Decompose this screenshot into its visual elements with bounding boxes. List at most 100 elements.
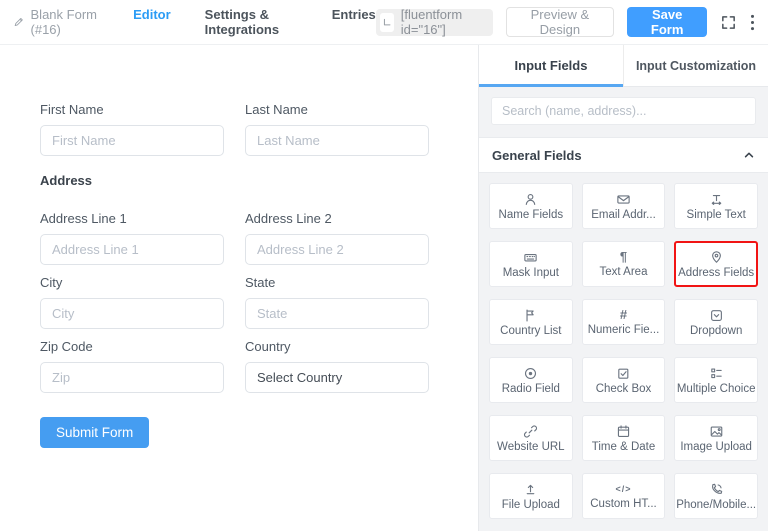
submit-form-button[interactable]: Submit Form bbox=[40, 417, 150, 448]
field-tile-image-upload[interactable]: Image Upload bbox=[674, 415, 758, 461]
address-line-2-input[interactable] bbox=[245, 234, 429, 265]
tab-input-fields[interactable]: Input Fields bbox=[479, 45, 623, 87]
field-tile-phone-mobile[interactable]: Phone/Mobile... bbox=[674, 473, 758, 519]
chevron-up-icon bbox=[744, 152, 754, 158]
field-tile-label: Phone/Mobile... bbox=[676, 498, 757, 511]
phone-icon bbox=[711, 483, 722, 494]
image-icon bbox=[710, 425, 722, 437]
field-tile-mask-input[interactable]: Mask Input bbox=[489, 241, 573, 287]
field-tile-website-url[interactable]: Website URL bbox=[489, 415, 573, 461]
field-address-line-1[interactable]: Address Line 1 bbox=[40, 211, 224, 265]
field-tile-label: Simple Text bbox=[686, 208, 746, 221]
field-tile-address-fields[interactable]: Address Fields bbox=[674, 241, 758, 287]
field-tile-time-date[interactable]: Time & Date bbox=[581, 415, 666, 461]
field-tile-radio-field[interactable]: Radio Field bbox=[489, 357, 573, 403]
field-city[interactable]: City bbox=[40, 275, 224, 329]
field-label: Address Line 2 bbox=[245, 211, 332, 226]
address-line-1-input[interactable] bbox=[40, 234, 224, 265]
field-last-name[interactable]: Last Name bbox=[245, 102, 429, 156]
pencil-icon bbox=[14, 17, 23, 27]
tab-entries[interactable]: Entries bbox=[332, 7, 376, 37]
field-label: Zip Code bbox=[40, 339, 93, 354]
field-tile-label: Multiple Choice bbox=[676, 382, 756, 395]
field-tile-label: Text Area bbox=[599, 266, 648, 278]
field-first-name[interactable]: First Name bbox=[40, 102, 224, 156]
dropdown-icon bbox=[710, 309, 722, 321]
field-tile-label: Time & Date bbox=[591, 440, 656, 453]
field-tiles-grid: Name Fields Email Addr... Simple Text Ma… bbox=[479, 173, 768, 529]
field-tile-label: Dropdown bbox=[689, 324, 743, 337]
field-tile-label: File Upload bbox=[501, 498, 560, 511]
flag-icon bbox=[526, 309, 535, 321]
field-tile-label: Website URL bbox=[497, 440, 565, 453]
shortcode-icon bbox=[379, 12, 394, 32]
user-icon bbox=[526, 193, 536, 205]
field-state[interactable]: State bbox=[245, 275, 429, 329]
form-title-group[interactable]: Blank Form (#16) bbox=[13, 7, 113, 37]
field-tile-check-box[interactable]: Check Box bbox=[581, 357, 666, 403]
field-tile-simple-text[interactable]: Simple Text bbox=[674, 183, 758, 229]
field-tile-label: Name Fields bbox=[498, 208, 564, 221]
checkbox-icon bbox=[618, 368, 629, 379]
text-width-icon bbox=[711, 194, 721, 205]
checklist-icon bbox=[710, 367, 722, 378]
tab-editor[interactable]: Editor bbox=[133, 7, 171, 37]
search-wrap bbox=[479, 87, 768, 137]
field-tile-label: Custom HT... bbox=[590, 498, 657, 510]
field-tile-label: Numeric Fie... bbox=[587, 324, 660, 336]
field-tile-label: Image Upload bbox=[680, 440, 752, 453]
form-title: Blank Form (#16) bbox=[30, 7, 97, 37]
field-tile-dropdown[interactable]: Dropdown bbox=[674, 299, 758, 345]
hash-icon: # bbox=[619, 307, 628, 322]
field-label: First Name bbox=[40, 102, 104, 117]
country-select[interactable]: Select Country bbox=[245, 362, 429, 393]
field-tile-name-fields[interactable]: Name Fields bbox=[489, 183, 573, 229]
field-country[interactable]: Country Select Country bbox=[245, 339, 429, 393]
state-input[interactable] bbox=[245, 298, 429, 329]
general-fields-section-header[interactable]: General Fields bbox=[479, 137, 768, 173]
section-title: General Fields bbox=[492, 147, 582, 163]
search-input[interactable] bbox=[491, 97, 756, 125]
field-tile-country-list[interactable]: Country List bbox=[489, 299, 573, 345]
tab-input-customization[interactable]: Input Customization bbox=[623, 45, 768, 86]
kebab-menu-icon[interactable] bbox=[750, 14, 755, 31]
field-tile-multiple-choice[interactable]: Multiple Choice bbox=[674, 357, 758, 403]
field-tile-label: Email Addr... bbox=[591, 208, 656, 221]
field-tile-text-area[interactable]: ¶ Text Area bbox=[581, 241, 666, 287]
radio-icon bbox=[525, 367, 537, 379]
field-tile-label: Mask Input bbox=[502, 266, 559, 279]
field-tile-label: Radio Field bbox=[501, 382, 560, 395]
field-zip-code[interactable]: Zip Code bbox=[40, 339, 224, 393]
field-tile-file-upload[interactable]: File Upload bbox=[489, 473, 573, 519]
topbar: Blank Form (#16) Editor Settings & Integ… bbox=[0, 0, 768, 45]
field-label: Last Name bbox=[245, 102, 308, 117]
first-name-input[interactable] bbox=[40, 125, 224, 156]
field-label: Address Line 1 bbox=[40, 211, 127, 226]
email-icon bbox=[617, 194, 630, 204]
field-label: State bbox=[245, 275, 276, 290]
fullscreen-icon[interactable] bbox=[720, 14, 737, 31]
address-section-heading: Address bbox=[40, 173, 93, 188]
preview-design-button[interactable]: Preview & Design bbox=[505, 7, 615, 37]
shortcode-text: [fluentform id="16"] bbox=[400, 7, 463, 37]
code-icon: </> bbox=[615, 484, 632, 494]
zip-input[interactable] bbox=[40, 362, 224, 393]
upload-icon bbox=[526, 484, 535, 494]
shortcode-chip[interactable]: [fluentform id="16"] bbox=[375, 7, 493, 37]
field-label: Country bbox=[245, 339, 291, 354]
field-tile-custom-html[interactable]: </> Custom HT... bbox=[581, 473, 666, 519]
field-tile-numeric-field[interactable]: # Numeric Fie... bbox=[581, 299, 666, 345]
tab-settings-integrations[interactable]: Settings & Integrations bbox=[205, 7, 298, 37]
field-address-line-2[interactable]: Address Line 2 bbox=[245, 211, 429, 265]
topbar-actions: [fluentform id="16"] Preview & Design Sa… bbox=[375, 7, 755, 37]
last-name-input[interactable] bbox=[245, 125, 429, 156]
keyboard-icon bbox=[524, 253, 538, 261]
pilcrow-icon: ¶ bbox=[619, 249, 628, 264]
field-tile-email-address[interactable]: Email Addr... bbox=[581, 183, 666, 229]
field-tile-label: Country List bbox=[500, 324, 562, 337]
topbar-tabs: Editor Settings & Integrations Entries bbox=[133, 7, 376, 37]
sidebar-tabs: Input Fields Input Customization bbox=[479, 45, 768, 87]
calendar-icon bbox=[617, 424, 630, 437]
save-form-button[interactable]: Save Form bbox=[627, 7, 707, 37]
city-input[interactable] bbox=[40, 298, 224, 329]
